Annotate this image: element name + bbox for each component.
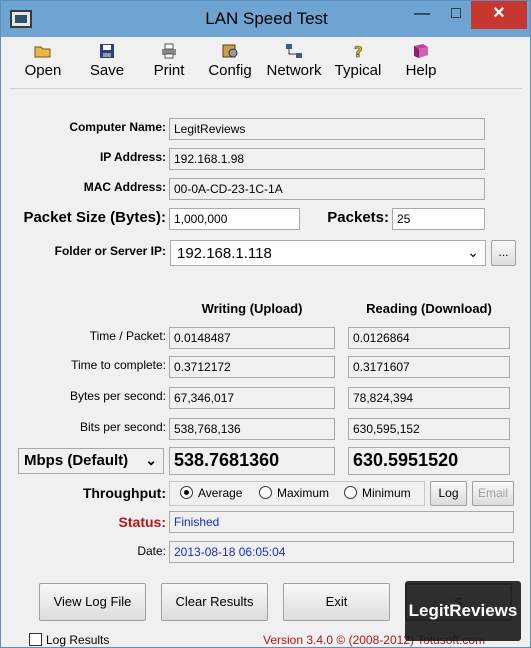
view-log-file-button[interactable]: View Log File xyxy=(39,583,146,621)
question-icon: ? xyxy=(354,43,363,59)
floppy-disk-icon xyxy=(100,44,114,58)
bytes-per-second-label: Bytes per second: xyxy=(69,389,166,403)
clear-results-button[interactable]: Clear Results xyxy=(161,583,268,621)
radio-minimum-label: Minimum xyxy=(362,486,411,500)
writing-header: Writing (Upload) xyxy=(201,301,303,316)
throughput-group: Average Maximum Minimum xyxy=(169,481,425,506)
email-button[interactable]: Email xyxy=(472,481,514,506)
radio-dot-selected xyxy=(180,486,193,499)
read-mbps-value: 630.5951520 xyxy=(348,447,510,475)
config-label: Config xyxy=(208,62,252,79)
version-label: Version 3.4.0 xyxy=(263,633,334,647)
chevron-down-icon: ⌄ xyxy=(467,244,479,260)
radio-dot xyxy=(259,486,272,499)
exit-button[interactable]: Exit xyxy=(283,583,390,621)
reading-header: Reading (Download) xyxy=(366,301,492,316)
open-folder-icon xyxy=(34,46,51,58)
read-time-to-complete: 0.3171607 xyxy=(348,356,510,378)
network-label: Network xyxy=(266,62,322,79)
ip-address-label: IP Address: xyxy=(99,150,166,164)
watermark-logo: LegitReviews xyxy=(405,581,521,641)
unit-select-value: Mbps (Default) xyxy=(24,452,129,469)
print-button[interactable]: Print xyxy=(149,43,189,79)
config-icon xyxy=(222,44,238,58)
svg-text:?: ? xyxy=(354,43,363,59)
throughput-label: Throughput: xyxy=(82,485,166,501)
server-ip-select[interactable]: 192.168.1.118 ⌄ xyxy=(170,240,486,266)
mac-address-label: MAC Address: xyxy=(83,180,166,194)
unit-select[interactable]: Mbps (Default) ⌄ xyxy=(18,448,164,474)
folder-label: Folder or Server IP: xyxy=(54,244,166,258)
printer-icon xyxy=(162,43,176,59)
log-results-checkbox[interactable]: Log Results xyxy=(29,633,109,647)
bits-per-second-label: Bits per second: xyxy=(79,420,166,434)
date-label: Date: xyxy=(137,544,166,558)
help-book-icon xyxy=(414,44,428,58)
help-button[interactable]: Help xyxy=(401,43,441,79)
typical-button[interactable]: ? Typical xyxy=(331,43,385,79)
save-button[interactable]: Save xyxy=(87,43,127,79)
chevron-down-icon: ⌄ xyxy=(145,452,157,468)
status-label: Status: xyxy=(118,514,166,530)
radio-dot xyxy=(344,486,357,499)
toolbar: Open Save Print Config Network ? Typical… xyxy=(9,37,522,89)
write-time-per-packet: 0.0148487 xyxy=(169,327,335,349)
write-time-to-complete: 0.3712172 xyxy=(169,356,335,378)
config-button[interactable]: Config xyxy=(205,43,255,79)
log-results-label: Log Results xyxy=(46,633,110,647)
print-label: Print xyxy=(153,62,185,79)
time-to-complete-label: Time to complete: xyxy=(71,358,166,372)
browse-button[interactable]: ... xyxy=(491,240,516,266)
radio-maximum-label: Maximum xyxy=(277,486,330,500)
write-bytes-per-second: 67,346,017 xyxy=(169,387,335,409)
write-bits-per-second: 538,768,136 xyxy=(169,418,335,440)
read-bits-per-second: 630,595,152 xyxy=(348,418,510,440)
radio-average[interactable]: Average xyxy=(180,486,242,500)
radio-minimum[interactable]: Minimum xyxy=(344,486,411,500)
watermark-text: LegitReviews xyxy=(408,601,518,620)
main-panel: Computer Name: LegitReviews IP Address: … xyxy=(9,90,522,647)
network-icon xyxy=(286,44,302,58)
write-mbps-value: 538.7681360 xyxy=(169,447,335,475)
typical-label: Typical xyxy=(334,62,382,79)
open-button[interactable]: Open xyxy=(23,43,63,79)
packet-size-input[interactable]: 1,000,000 xyxy=(169,208,300,230)
ip-address-field: 192.168.1.98 xyxy=(169,148,485,170)
maximize-button[interactable]: □ xyxy=(439,1,473,29)
time-per-packet-label: Time / Packet: xyxy=(89,329,166,343)
open-label: Open xyxy=(24,62,62,79)
computer-name-field: LegitReviews xyxy=(169,118,485,140)
app-window: LAN Speed Test — □ ✕ Open Save Print Con… xyxy=(0,0,531,648)
packets-input[interactable]: 25 xyxy=(392,208,485,230)
server-ip-value: 192.168.1.118 xyxy=(177,245,272,262)
checkbox-box xyxy=(29,633,42,646)
help-label: Help xyxy=(405,62,437,79)
minimize-button[interactable]: — xyxy=(405,1,439,29)
log-button[interactable]: Log xyxy=(430,481,467,506)
packets-label: Packets: xyxy=(327,209,389,226)
radio-average-label: Average xyxy=(198,486,243,500)
close-button[interactable]: ✕ xyxy=(471,1,527,29)
mac-address-field: 00-0A-CD-23-1C-1A xyxy=(169,178,485,200)
status-field: Finished xyxy=(169,511,514,533)
packet-size-label: Packet Size (Bytes): xyxy=(23,209,166,226)
read-time-per-packet: 0.0126864 xyxy=(348,327,510,349)
read-bytes-per-second: 78,824,394 xyxy=(348,387,510,409)
computer-name-label: Computer Name: xyxy=(69,120,166,134)
save-label: Save xyxy=(89,62,125,79)
network-button[interactable]: Network xyxy=(263,43,325,79)
date-field: 2013-08-18 06:05:04 xyxy=(169,541,514,563)
title-bar[interactable]: LAN Speed Test — □ ✕ xyxy=(1,1,530,37)
radio-maximum[interactable]: Maximum xyxy=(259,486,329,500)
